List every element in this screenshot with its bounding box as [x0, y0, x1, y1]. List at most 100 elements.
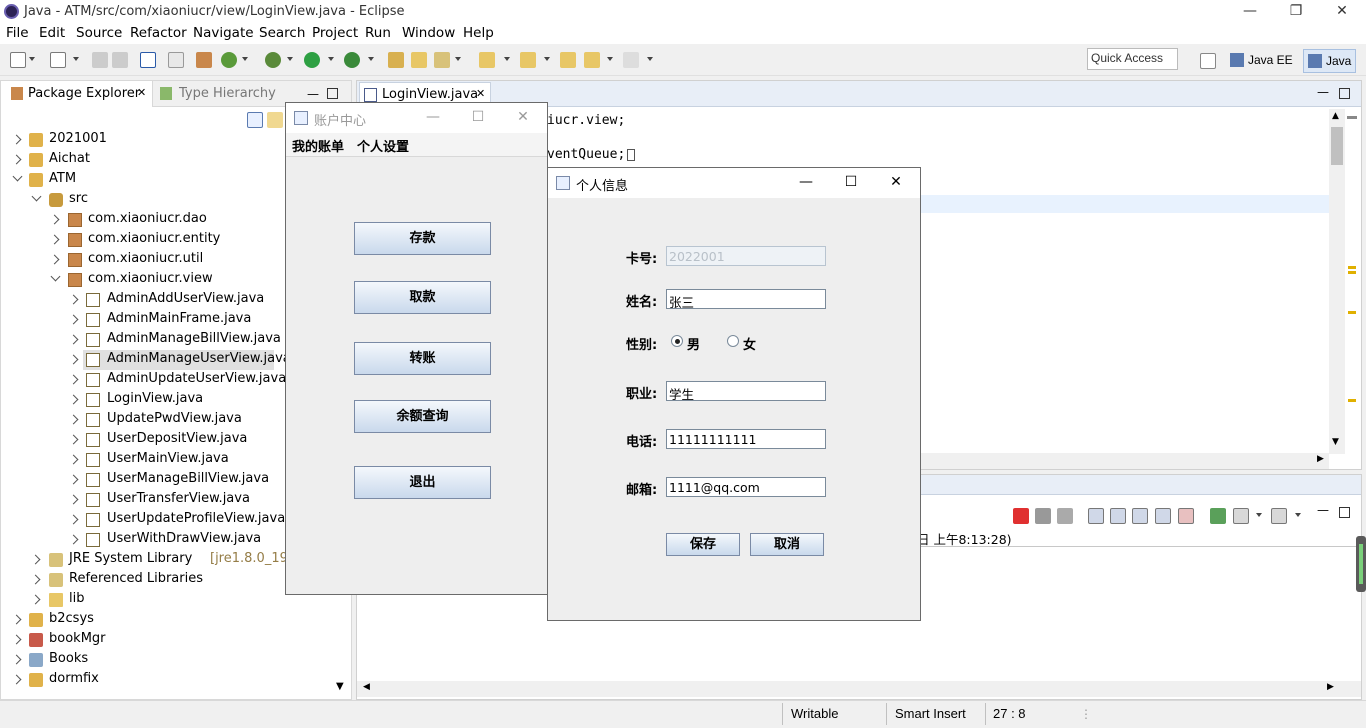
- scroll-lock-icon[interactable]: [1110, 508, 1126, 524]
- transfer-button[interactable]: 转账: [354, 342, 491, 375]
- scroll-right-icon[interactable]: ▶: [1317, 454, 1324, 464]
- chevron-down-icon[interactable]: [29, 57, 35, 61]
- chevron-right-icon[interactable]: [11, 614, 22, 625]
- chevron-right-icon[interactable]: [68, 494, 79, 505]
- editor-vertical-scrollbar[interactable]: ▲ ▼: [1329, 109, 1345, 454]
- job-field[interactable]: 学生: [666, 381, 826, 402]
- card-number-field[interactable]: 2022001: [666, 246, 826, 266]
- chevron-right-icon[interactable]: [68, 434, 79, 445]
- skip-breakpoints-icon[interactable]: [168, 52, 184, 68]
- chevron-right-icon[interactable]: [11, 674, 22, 685]
- chevron-right-icon[interactable]: [11, 134, 22, 145]
- phone-field[interactable]: 11111111111: [666, 429, 826, 449]
- menu-source[interactable]: Source: [76, 25, 122, 41]
- scrollbar-thumb[interactable]: [1331, 127, 1343, 165]
- chevron-right-icon[interactable]: [68, 394, 79, 405]
- chevron-down-icon[interactable]: [12, 171, 23, 182]
- console-icon[interactable]: [140, 52, 156, 68]
- scroll-right-icon[interactable]: ▶: [1327, 682, 1334, 692]
- chevron-right-icon[interactable]: [11, 654, 22, 665]
- tab-type-hierarchy[interactable]: Type Hierarchy: [158, 81, 288, 107]
- chevron-right-icon[interactable]: [49, 234, 60, 245]
- close-button[interactable]: ✕: [503, 107, 543, 129]
- chevron-down-icon[interactable]: [73, 57, 79, 61]
- pin-console-icon[interactable]: [1210, 508, 1226, 524]
- open-perspective-icon[interactable]: [1200, 53, 1216, 69]
- close-button[interactable]: ✕: [876, 172, 916, 194]
- chevron-right-icon[interactable]: [11, 154, 22, 165]
- remove-all-icon[interactable]: [1057, 508, 1073, 524]
- chevron-down-icon[interactable]: [50, 271, 61, 282]
- chevron-down-icon[interactable]: [287, 57, 293, 61]
- chevron-down-icon[interactable]: [1256, 513, 1262, 517]
- word-wrap-icon[interactable]: [1132, 508, 1148, 524]
- maximize-view-icon[interactable]: [1339, 507, 1350, 518]
- scroll-left-icon[interactable]: ◀: [363, 682, 370, 692]
- chevron-down-icon[interactable]: [242, 57, 248, 61]
- chevron-right-icon[interactable]: [68, 514, 79, 525]
- chevron-right-icon[interactable]: [30, 594, 41, 605]
- run-icon[interactable]: [304, 52, 320, 68]
- menu-personal-settings[interactable]: 个人设置: [357, 136, 409, 155]
- menu-file[interactable]: File: [6, 25, 29, 41]
- chevron-down-icon[interactable]: [328, 57, 334, 61]
- chevron-down-icon[interactable]: [1295, 513, 1301, 517]
- chevron-right-icon[interactable]: [68, 334, 79, 345]
- menu-window[interactable]: Window: [402, 25, 455, 41]
- open-type-icon[interactable]: [196, 52, 212, 68]
- link-editor-icon[interactable]: [267, 112, 283, 128]
- show-on-output-icon[interactable]: [1155, 508, 1171, 524]
- cancel-button[interactable]: 取消: [750, 533, 824, 556]
- minimize-button[interactable]: —: [786, 172, 826, 194]
- menu-navigate[interactable]: Navigate: [193, 25, 254, 41]
- restore-button[interactable]: ❐: [1273, 0, 1319, 24]
- clear-console-icon[interactable]: [1088, 508, 1104, 524]
- menu-help[interactable]: Help: [463, 25, 494, 41]
- menu-refactor[interactable]: Refactor: [130, 25, 187, 41]
- minimize-view-icon[interactable]: —: [1317, 85, 1329, 99]
- console-horizontal-scrollbar[interactable]: ◀ ▶: [357, 681, 1361, 697]
- debug-icon[interactable]: [265, 52, 281, 68]
- chevron-right-icon[interactable]: [49, 254, 60, 265]
- collapse-all-icon[interactable]: [247, 112, 263, 128]
- balance-query-button[interactable]: 余额查询: [354, 400, 491, 433]
- status-insert-mode[interactable]: Smart Insert: [895, 706, 966, 721]
- chevron-right-icon[interactable]: [68, 534, 79, 545]
- chevron-right-icon[interactable]: [68, 314, 79, 325]
- chevron-right-icon[interactable]: [49, 214, 60, 225]
- show-on-error-icon[interactable]: [1178, 508, 1194, 524]
- forward-icon[interactable]: [623, 52, 639, 68]
- save-button[interactable]: 保存: [666, 533, 740, 556]
- quick-access-input[interactable]: Quick Access: [1087, 48, 1178, 70]
- menu-run[interactable]: Run: [365, 25, 391, 41]
- exit-button[interactable]: 退出: [354, 466, 491, 499]
- deposit-button[interactable]: 存款: [354, 222, 491, 255]
- pencil-icon[interactable]: [434, 52, 450, 68]
- last-edit-icon[interactable]: [560, 52, 576, 68]
- gender-male-label[interactable]: 男: [687, 334, 700, 353]
- scroll-down-icon[interactable]: ▼: [1332, 437, 1339, 447]
- warning-marker[interactable]: [1348, 271, 1356, 274]
- minimize-button[interactable]: —: [1227, 0, 1273, 24]
- chevron-down-icon[interactable]: [544, 57, 550, 61]
- prev-annotation-icon[interactable]: [520, 52, 536, 68]
- chevron-right-icon[interactable]: [68, 474, 79, 485]
- gender-female-label[interactable]: 女: [743, 334, 756, 353]
- save-all-icon[interactable]: [112, 52, 128, 68]
- terminate-icon[interactable]: [1013, 508, 1029, 524]
- close-icon[interactable]: ✕: [137, 86, 146, 99]
- perspective-java[interactable]: Java: [1303, 49, 1357, 73]
- chevron-right-icon[interactable]: [68, 374, 79, 385]
- withdraw-button[interactable]: 取款: [354, 281, 491, 314]
- save-icon[interactable]: [92, 52, 108, 68]
- remove-launch-icon[interactable]: [1035, 508, 1051, 524]
- chevron-right-icon[interactable]: [68, 294, 79, 305]
- warning-marker[interactable]: [1348, 266, 1356, 269]
- chevron-down-icon[interactable]: [504, 57, 510, 61]
- chevron-right-icon[interactable]: [68, 354, 79, 365]
- maximize-button[interactable]: ☐: [831, 172, 871, 194]
- perspective-javaee[interactable]: Java EE: [1226, 49, 1297, 73]
- code-line[interactable]: iucr.view;: [547, 113, 625, 128]
- menu-project[interactable]: Project: [312, 25, 358, 41]
- maximize-view-icon[interactable]: [1339, 88, 1350, 99]
